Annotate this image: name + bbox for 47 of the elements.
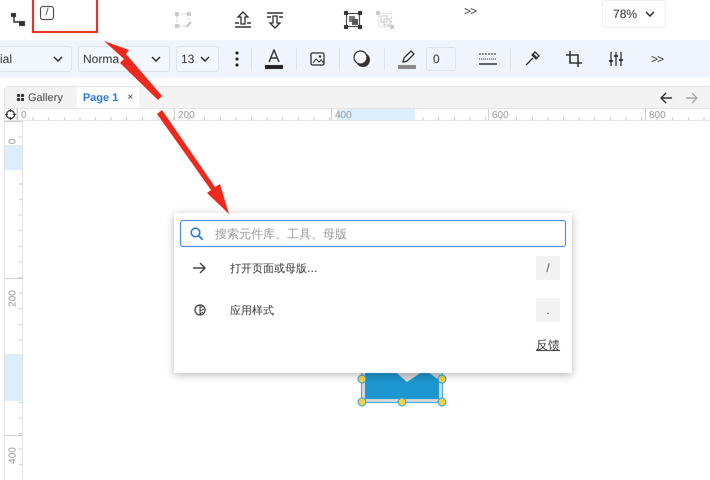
shortcut-key[interactable]: / — [40, 6, 54, 20]
line-style-icon[interactable] — [479, 53, 497, 65]
ruler-highlight — [5, 145, 22, 170]
group-icon[interactable] — [344, 11, 362, 29]
fill-icon[interactable] — [353, 50, 371, 68]
ruler-label: 0 — [21, 110, 27, 121]
ruler-label: 0 — [8, 138, 18, 146]
crop-icon[interactable] — [566, 51, 582, 67]
highlight-frame — [32, 0, 98, 33]
font-size-dropdown[interactable]: 13 — [176, 46, 219, 72]
image-icon[interactable] — [310, 51, 326, 67]
back-arrow-icon[interactable] — [660, 92, 673, 104]
chevron-icon — [53, 56, 63, 62]
ruler-label: 800 — [649, 110, 666, 121]
more-options-icon[interactable] — [235, 51, 239, 67]
bring-front-icon[interactable] — [234, 11, 252, 29]
text-color-icon[interactable] — [265, 49, 283, 69]
more-tools-button[interactable]: >> — [464, 4, 476, 18]
ruler-label: 200 — [8, 289, 18, 308]
eyedropper-icon[interactable] — [524, 51, 540, 67]
chevron-icon — [645, 11, 656, 17]
ruler-label: 600 — [492, 110, 509, 121]
font-dropdown[interactable]: ial — [0, 46, 72, 72]
sliders-icon[interactable] — [608, 51, 624, 67]
page-tab[interactable]: Gallery — [11, 87, 69, 108]
zoom-dropdown[interactable]: 78% — [602, 0, 666, 28]
chevron-icon — [200, 56, 210, 62]
page-tab[interactable]: Page 1 × — [76, 87, 140, 108]
ruler-highlight — [5, 354, 22, 401]
connector-icon[interactable] — [10, 12, 26, 28]
ruler-label: 400 — [335, 110, 352, 121]
pen-icon[interactable] — [398, 49, 416, 69]
chevron-icon — [151, 56, 161, 62]
style-icon — [192, 304, 208, 316]
stroke-width-field[interactable]: 0 — [426, 47, 456, 71]
command-item[interactable]: 打开页面或母版... / — [180, 247, 566, 289]
arrow-icon — [192, 262, 208, 274]
grid-icon — [17, 94, 24, 101]
command-item[interactable]: 应用样式 . — [180, 289, 566, 331]
search-field[interactable]: 搜索元件库、工具、母版 — [180, 220, 566, 247]
crosshair-icon[interactable] — [5, 109, 16, 120]
search-icon — [190, 227, 204, 241]
send-back-icon[interactable] — [266, 11, 284, 29]
ruler-label: 200 — [178, 110, 195, 121]
more-tools-button[interactable]: >> — [651, 52, 664, 66]
ruler-label: 400 — [8, 446, 18, 466]
feedback-link[interactable]: 反馈 — [536, 337, 560, 354]
